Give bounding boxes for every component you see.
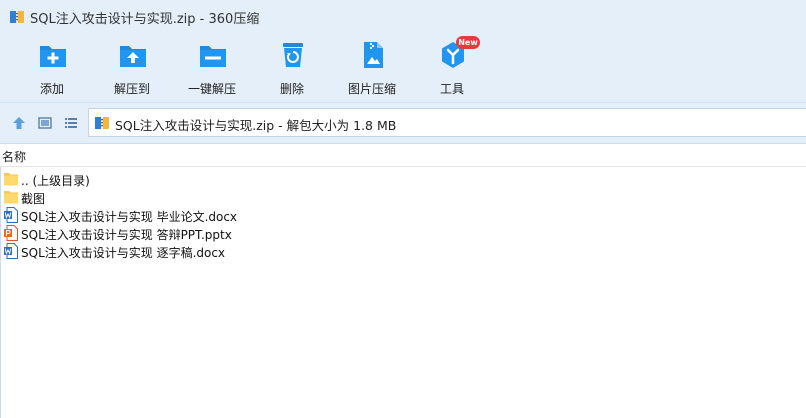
add-button[interactable]: 添加 [20,38,84,100]
title-bar[interactable]: SQL注入攻击设计与实现.zip - 360压缩 [0,0,806,34]
file-name: SQL注入攻击设计与实现 毕业论文.docx [21,210,238,224]
one-click-extract-icon [200,46,226,67]
navigation-bar: SQL注入攻击设计与实现.zip - 解包大小为 1.8 MB [0,102,806,144]
toolbar: 添加 解压到 一键解压 删除 图片压缩 New 工具 [0,34,806,102]
list-view-icon[interactable] [63,115,79,131]
file-list: .. (上级目录) 截图 SQL注入攻击设计与实现 毕业论文.docx SQL注… [0,168,806,418]
one-click-extract-label: 一键解压 [187,82,236,96]
image-compress-icon [364,42,383,68]
delete-button[interactable]: 删除 [260,38,324,100]
add-folder-icon [40,46,66,67]
file-name: .. (上级目录) [21,174,90,188]
powerpoint-icon [4,225,18,241]
tools-button[interactable]: New 工具 [420,36,484,100]
archive-file-icon [95,117,109,129]
file-name: SQL注入攻击设计与实现 逐字稿.docx [21,246,226,260]
image-compress-label: 图片压缩 [347,82,396,96]
new-badge: New [456,36,480,49]
add-label: 添加 [39,82,64,96]
delete-label: 删除 [279,82,304,96]
list-item-parent-dir[interactable]: .. (上级目录) [0,170,600,188]
path-text: SQL注入攻击设计与实现.zip - 解包大小为 1.8 MB [115,118,397,133]
tools-label: 工具 [439,82,464,96]
one-click-extract-button[interactable]: 一键解压 [180,38,244,100]
extract-folder-icon [120,46,146,67]
extract-to-label: 解压到 [113,82,150,96]
extract-to-button[interactable]: 解压到 [100,38,164,100]
window-title: SQL注入攻击设计与实现.zip - 360压缩 [30,12,260,27]
list-header: 名称 [0,144,806,167]
app-window: SQL注入攻击设计与实现.zip - 360压缩 添加 解压到 一键解压 删除 … [0,0,806,418]
path-bar[interactable]: SQL注入攻击设计与实现.zip - 解包大小为 1.8 MB [88,108,806,137]
image-compress-button[interactable]: 图片压缩 [340,38,404,100]
word-doc-icon [4,243,18,259]
list-item-transcript-docx[interactable]: SQL注入攻击设计与实现 逐字稿.docx [0,242,600,260]
file-name: 截图 [21,192,46,206]
file-name: SQL注入攻击设计与实现 答辩PPT.pptx [21,228,232,242]
word-doc-icon [4,207,18,223]
column-header-name[interactable]: 名称 [2,148,26,165]
folder-icon [4,191,18,204]
folder-icon [4,173,18,186]
thumbnail-view-icon[interactable] [37,115,53,131]
recycle-bin-icon [283,43,303,67]
up-arrow-icon[interactable] [11,115,27,131]
list-item-defense-pptx[interactable]: SQL注入攻击设计与实现 答辩PPT.pptx [0,224,600,242]
archive-app-icon [10,11,24,23]
list-item-screenshots[interactable]: 截图 [0,188,600,206]
list-item-thesis-docx[interactable]: SQL注入攻击设计与实现 毕业论文.docx [0,206,600,224]
